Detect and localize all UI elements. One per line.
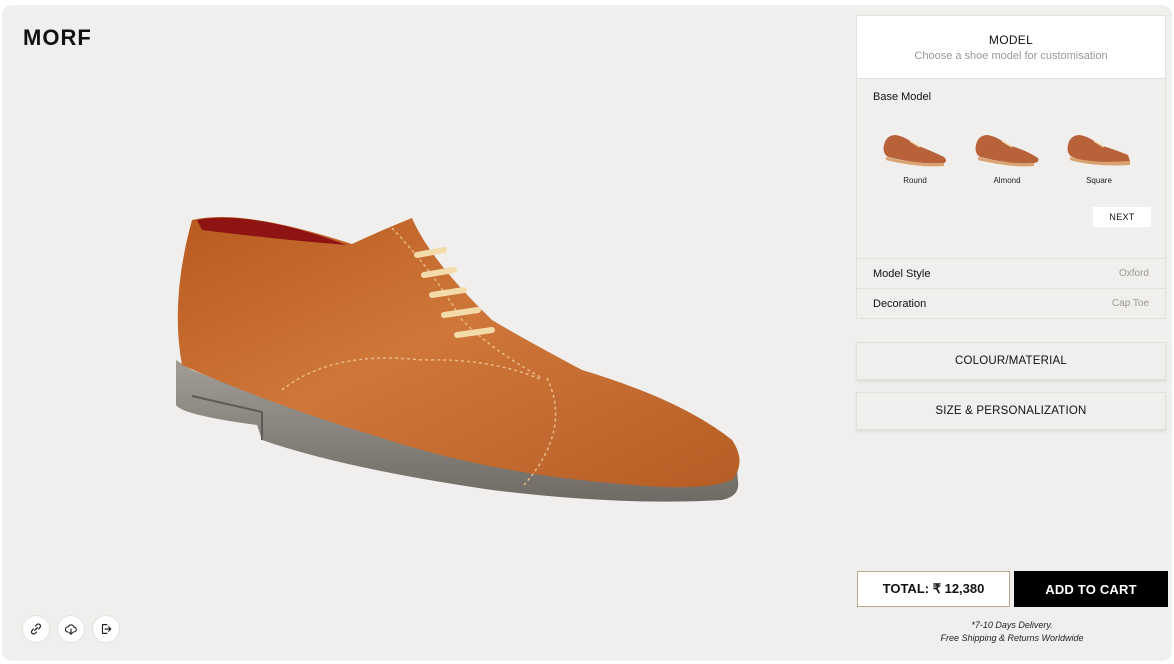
base-model-option-label: Round [903,176,927,185]
model-style-value: Oxford [1118,268,1149,279]
decoration-value: Cap Toe [1111,298,1149,309]
decoration-row[interactable]: Decoration Cap Toe [856,289,1166,319]
base-model-options: Round Almond Square [879,127,1135,185]
exit-button[interactable] [93,616,119,642]
next-button[interactable]: NEXT [1093,207,1151,227]
model-section-header[interactable]: MODEL Choose a shoe model for customisat… [856,15,1166,79]
section-subtitle: Choose a shoe model for customisation [914,49,1108,62]
copy-link-button[interactable] [23,616,49,642]
base-model-option-round[interactable]: Round [879,127,951,185]
base-model-option-square[interactable]: Square [1063,127,1135,185]
size-personalization-section-button[interactable]: SIZE & PERSONALIZATION [856,392,1166,430]
base-model-selector: Base Model Round Almond Square NEXT [856,79,1166,259]
base-model-option-almond[interactable]: Almond [971,127,1043,185]
add-to-cart-button[interactable]: ADD TO CART [1014,571,1168,607]
delivery-time-text: *7-10 Days Delivery. [971,620,1053,630]
total-price: TOTAL: ₹ 12,380 [857,571,1010,607]
shoe-3d-preview[interactable] [162,200,762,530]
customisation-panel: MODEL Choose a shoe model for customisat… [856,15,1166,319]
section-title: MODEL [988,32,1034,47]
model-style-row[interactable]: Model Style Oxford [856,259,1166,289]
viewer-toolbar [23,616,119,642]
base-model-option-label: Almond [993,176,1021,185]
brand-logo[interactable]: MORF [23,25,92,51]
cloud-save-icon [64,624,77,635]
link-icon [30,623,42,635]
decoration-label: Decoration [873,297,927,310]
shoe-thumbnail-almond [975,135,1039,167]
base-model-label: Base Model [873,91,932,103]
base-model-option-label: Square [1086,176,1112,185]
share-exit-icon [101,624,112,634]
shoe-thumbnail-square [1067,135,1130,166]
colour-material-section-button[interactable]: COLOUR/MATERIAL [856,342,1166,380]
shoe-illustration [176,217,740,502]
save-design-button[interactable] [58,616,84,642]
delivery-note: *7-10 Days Delivery. Free Shipping & Ret… [857,619,1167,644]
shipping-returns-text: Free Shipping & Returns Worldwide [940,632,1084,643]
shoe-thumbnail-round [883,135,946,167]
model-style-label: Model Style [873,267,931,280]
